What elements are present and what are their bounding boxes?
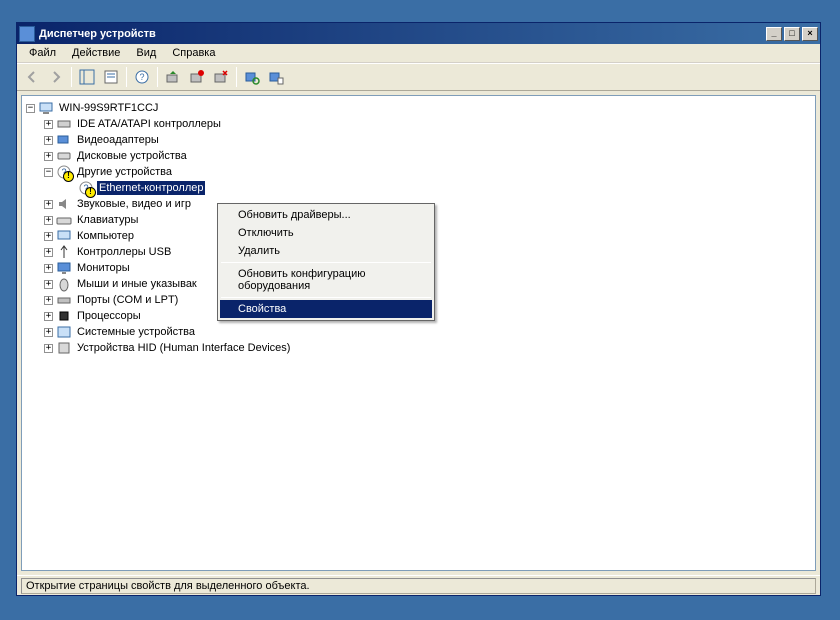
menu-view[interactable]: Вид (128, 45, 164, 61)
tree-category[interactable]: + Системные устройства (24, 324, 813, 340)
tree-category[interactable]: + Дисковые устройства (24, 148, 813, 164)
ctx-separator (221, 262, 431, 263)
expand-icon[interactable]: + (44, 248, 53, 257)
tree-label: Дисковые устройства (75, 149, 189, 163)
keyboard-icon (56, 212, 72, 228)
window-title: Диспетчер устройств (39, 28, 764, 40)
tree-item-ethernet-controller[interactable]: ? Ethernet-контроллер (24, 180, 813, 196)
tree-category[interactable]: + IDE ATA/ATAPI контроллеры (24, 116, 813, 132)
tree-label: Мыши и иные указывак (75, 277, 199, 291)
expand-icon[interactable]: + (44, 136, 53, 145)
tree-label: Устройства HID (Human Interface Devices) (75, 341, 292, 355)
ctx-disable[interactable]: Отключить (220, 224, 432, 242)
forward-button[interactable] (45, 66, 67, 88)
toolbar-separator (236, 67, 237, 87)
collapse-icon[interactable]: − (26, 104, 35, 113)
tree-category[interactable]: + Устройства HID (Human Interface Device… (24, 340, 813, 356)
svg-text:?: ? (83, 183, 88, 193)
tree-root-label: WIN-99S9RTF1CCJ (57, 101, 160, 115)
tree-category[interactable]: + Видеоадаптеры (24, 132, 813, 148)
tree-label: Системные устройства (75, 325, 197, 339)
statusbar: Открытие страницы свойств для выделенног… (17, 575, 820, 595)
ctx-properties[interactable]: Свойства (220, 300, 432, 318)
sound-icon (56, 196, 72, 212)
close-button[interactable]: × (802, 27, 818, 41)
tree-label: IDE ATA/ATAPI контроллеры (75, 117, 223, 131)
collapse-icon[interactable]: − (44, 168, 53, 177)
tree-label: Клавиатуры (75, 213, 140, 227)
computer-icon (38, 100, 54, 116)
device-manager-window: Диспетчер устройств _ □ × Файл Действие … (16, 22, 821, 596)
menu-file[interactable]: Файл (21, 45, 64, 61)
cpu-icon (56, 308, 72, 324)
expand-icon[interactable]: + (44, 312, 53, 321)
update-driver-button[interactable] (162, 66, 184, 88)
uninstall-button[interactable] (210, 66, 232, 88)
unknown-device-icon: ? (78, 180, 94, 196)
context-menu: Обновить драйверы... Отключить Удалить О… (217, 203, 435, 321)
ctx-separator (221, 297, 431, 298)
tree-label: Видеоадаптеры (75, 133, 161, 147)
titlebar[interactable]: Диспетчер устройств _ □ × (17, 23, 820, 44)
toolbar-separator (126, 67, 127, 87)
disk-icon (56, 148, 72, 164)
ide-icon (56, 116, 72, 132)
ctx-update-drivers[interactable]: Обновить драйверы... (220, 206, 432, 224)
display-adapter-icon (56, 132, 72, 148)
expand-icon[interactable]: + (44, 216, 53, 225)
tree-root[interactable]: − WIN-99S9RTF1CCJ (24, 100, 813, 116)
menu-help[interactable]: Справка (164, 45, 223, 61)
usb-icon (56, 244, 72, 260)
computer-icon (56, 228, 72, 244)
system-icon (56, 324, 72, 340)
expand-icon[interactable]: + (44, 344, 53, 353)
help-button[interactable]: ? (131, 66, 153, 88)
tree-label: Другие устройства (75, 165, 174, 179)
port-icon (56, 292, 72, 308)
tree-label: Ethernet-контроллер (97, 181, 205, 195)
expand-icon[interactable]: + (44, 328, 53, 337)
expand-icon[interactable]: + (44, 232, 53, 241)
device-properties-button[interactable] (265, 66, 287, 88)
svg-text:?: ? (61, 167, 66, 177)
expand-icon[interactable]: + (44, 280, 53, 289)
toolbar-separator (157, 67, 158, 87)
toolbar: ? (17, 63, 820, 91)
expand-icon[interactable]: + (44, 296, 53, 305)
menu-action[interactable]: Действие (64, 45, 128, 61)
menubar: Файл Действие Вид Справка (17, 44, 820, 63)
ctx-scan-hardware[interactable]: Обновить конфигурацию оборудования (220, 265, 432, 295)
tree-label: Контроллеры USB (75, 245, 173, 259)
monitor-icon (56, 260, 72, 276)
tree-label: Мониторы (75, 261, 132, 275)
expand-icon[interactable]: + (44, 264, 53, 273)
hid-icon (56, 340, 72, 356)
properties-button[interactable] (100, 66, 122, 88)
back-button[interactable] (21, 66, 43, 88)
tree-label: Звуковые, видео и игр (75, 197, 193, 211)
tree-category-other-devices[interactable]: − ? Другие устройства (24, 164, 813, 180)
mouse-icon (56, 276, 72, 292)
tree-label: Компьютер (75, 229, 136, 243)
maximize-button[interactable]: □ (784, 27, 800, 41)
tree-panel: − WIN-99S9RTF1CCJ + IDE ATA/ATAPI контро… (21, 95, 816, 571)
status-text: Открытие страницы свойств для выделенног… (21, 578, 816, 594)
disable-button[interactable] (186, 66, 208, 88)
svg-text:?: ? (139, 72, 144, 82)
expand-icon[interactable]: + (44, 200, 53, 209)
toolbar-separator (71, 67, 72, 87)
unknown-device-icon: ? (56, 164, 72, 180)
expand-icon[interactable]: + (44, 152, 53, 161)
show-tree-button[interactable] (76, 66, 98, 88)
ctx-delete[interactable]: Удалить (220, 242, 432, 260)
app-icon (19, 26, 35, 42)
minimize-button[interactable]: _ (766, 27, 782, 41)
expand-icon[interactable]: + (44, 120, 53, 129)
scan-hardware-button[interactable] (241, 66, 263, 88)
tree-label: Порты (COM и LPT) (75, 293, 180, 307)
tree-label: Процессоры (75, 309, 143, 323)
